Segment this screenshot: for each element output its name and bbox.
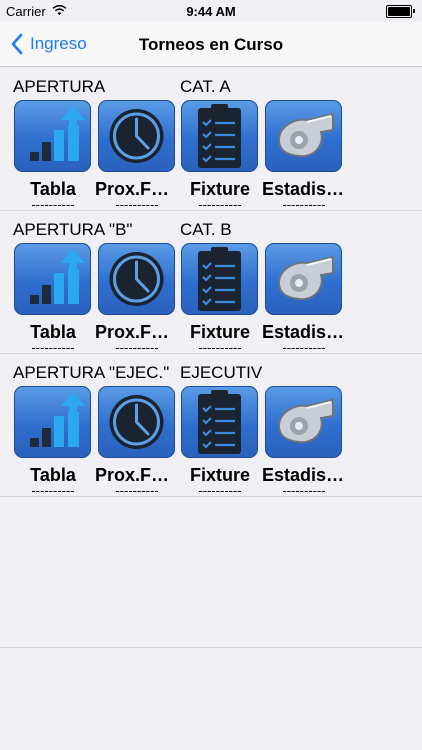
fixture-dashes: ---------- [198, 486, 242, 496]
whistle-icon [277, 398, 334, 444]
prox-fecha-label: Prox.Fecha [95, 465, 179, 485]
page-title: Torneos en Curso [138, 35, 284, 54]
estadisticas-button[interactable] [265, 100, 342, 172]
prox-fecha-button[interactable] [98, 100, 175, 172]
prox-fecha-label: Prox.Fecha [95, 179, 179, 199]
clock-icon [109, 395, 164, 449]
clock-icon [109, 109, 164, 163]
tabla-button[interactable] [14, 243, 91, 315]
tabla-label: Tabla [30, 179, 76, 199]
fixture-button[interactable] [181, 243, 258, 315]
fixture-button[interactable] [181, 100, 258, 172]
clock-time: 9:44 AM [186, 4, 236, 19]
fixture-label: Fixture [189, 179, 250, 199]
estadisticas-button[interactable] [265, 243, 342, 315]
prox-fecha-label: Prox.Fecha [95, 322, 179, 342]
fixture-label: Fixture [189, 322, 250, 342]
tournament-section: APERTURA CAT. A Tabla Prox.Fec Fixture E… [0, 67, 422, 211]
tournament-category: CAT. B [180, 220, 232, 239]
tournament-section: APERTURA "B" CAT. B Tabla Prox.Fec Fixtu… [0, 210, 422, 354]
estadisticas-label: Estadisticas [262, 465, 346, 485]
bar-chart-icon [30, 106, 85, 161]
prox-fecha-dashes: ---------- [115, 200, 159, 210]
tabla-dashes: ---------- [31, 486, 75, 496]
estadisticas-dashes: ---------- [282, 200, 326, 210]
fixture-dashes: ---------- [198, 343, 242, 353]
tournament-section: APERTURA "EJEC." EJECUTIVOS [0, 353, 422, 497]
battery-icon [386, 5, 415, 18]
prox-fecha-dashes: ---------- [115, 486, 159, 496]
fixture-button[interactable] [181, 386, 258, 458]
tournament-name: APERTURA [13, 77, 106, 96]
clipboard-checklist-icon [198, 104, 241, 168]
estadisticas-button[interactable] [265, 386, 342, 458]
empty-table-row [0, 504, 422, 648]
tabla-button[interactable] [14, 386, 91, 458]
tournament-name: APERTURA "B" [13, 220, 133, 239]
tournament-category: EJECUTIVOS [180, 363, 262, 382]
tabla-label: Tabla [30, 322, 76, 342]
estadisticas-label: Estadisticas [262, 322, 346, 342]
estadisticas-dashes: ---------- [282, 343, 326, 353]
tabla-dashes: ---------- [31, 200, 75, 210]
estadisticas-label: Estadisticas [262, 179, 346, 199]
tabla-dashes: ---------- [31, 343, 75, 353]
prox-fecha-button[interactable] [98, 243, 175, 315]
fixture-label: Fixture [189, 465, 250, 485]
prox-fecha-dashes: ---------- [115, 343, 159, 353]
tabla-button[interactable] [14, 100, 91, 172]
bar-chart-icon [30, 249, 85, 304]
bar-chart-icon [30, 392, 85, 447]
navigation-bar: Ingreso Torneos en Curso [0, 22, 422, 67]
clipboard-checklist-icon [198, 247, 241, 311]
clipboard-checklist-icon [198, 390, 241, 454]
fixture-dashes: ---------- [198, 200, 242, 210]
estadisticas-dashes: ---------- [282, 486, 326, 496]
clock-icon [109, 252, 164, 306]
whistle-icon [277, 112, 334, 158]
tournament-name: APERTURA "EJEC." [13, 363, 170, 382]
tournament-category: CAT. A [180, 77, 231, 96]
status-bar: Carrier 9:44 AM [0, 0, 422, 22]
tabla-label: Tabla [30, 465, 76, 485]
whistle-icon [277, 255, 334, 301]
prox-fecha-button[interactable] [98, 386, 175, 458]
